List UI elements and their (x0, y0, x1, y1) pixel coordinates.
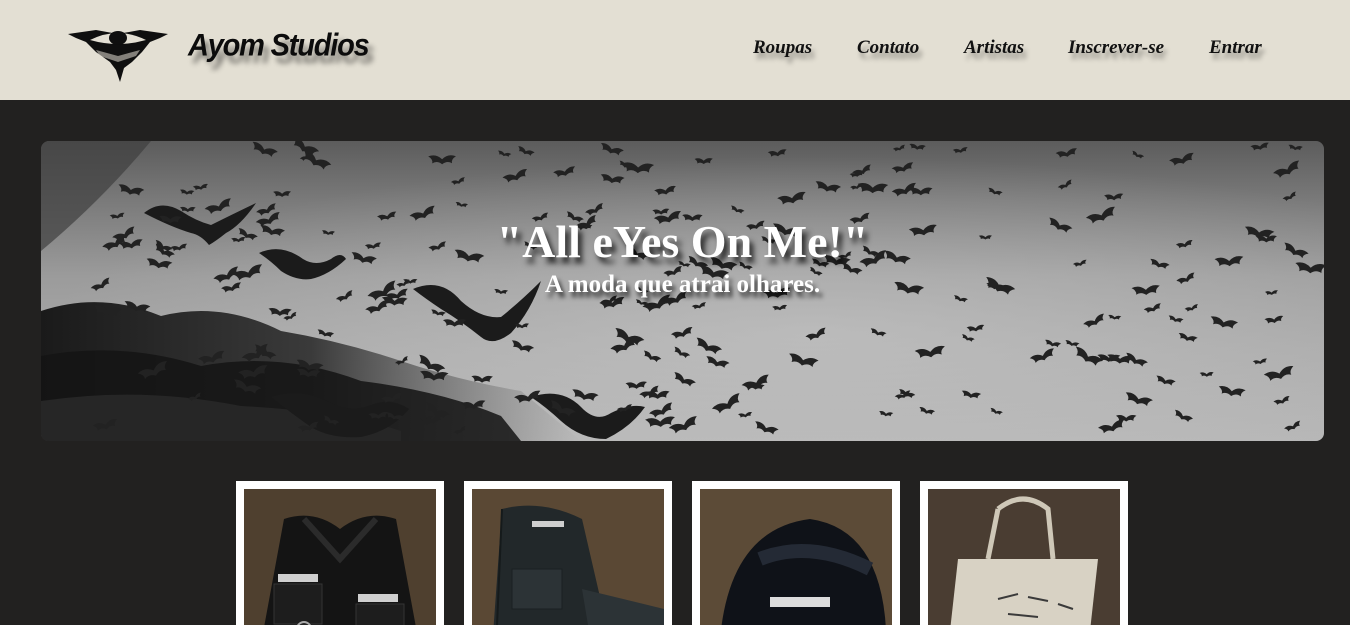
hero-title: "All eYes On Me!" (496, 216, 869, 267)
black-mesh-cap-image (700, 489, 892, 625)
hero-banner: "All eYes On Me!" A moda que atrai olhar… (41, 141, 1324, 441)
nav-link-contato[interactable]: Contato (857, 37, 919, 59)
hero-subtitle: A moda que atrai olhares. (544, 271, 821, 298)
canvas-tote-bag-image (928, 489, 1120, 625)
brand-name[interactable]: Ayom Studios (188, 29, 370, 65)
nav-link-entrar[interactable]: Entrar (1209, 37, 1262, 59)
nav-link-roupas[interactable]: Roupas (753, 37, 812, 59)
product-card[interactable] (920, 481, 1128, 625)
nav-link-inscrever-se[interactable]: Inscrever-se (1068, 37, 1164, 59)
site-header: Ayom Studios Roupas Contato Artistas Ins… (0, 0, 1350, 100)
nav-link-artistas[interactable]: Artistas (964, 37, 1024, 59)
dark-cargo-pants-image (472, 489, 664, 625)
product-card[interactable] (464, 481, 672, 625)
black-utility-vest-image (244, 489, 436, 625)
product-card[interactable] (692, 481, 900, 625)
bat-eye-logo-icon[interactable] (66, 26, 170, 84)
product-card[interactable] (236, 481, 444, 625)
